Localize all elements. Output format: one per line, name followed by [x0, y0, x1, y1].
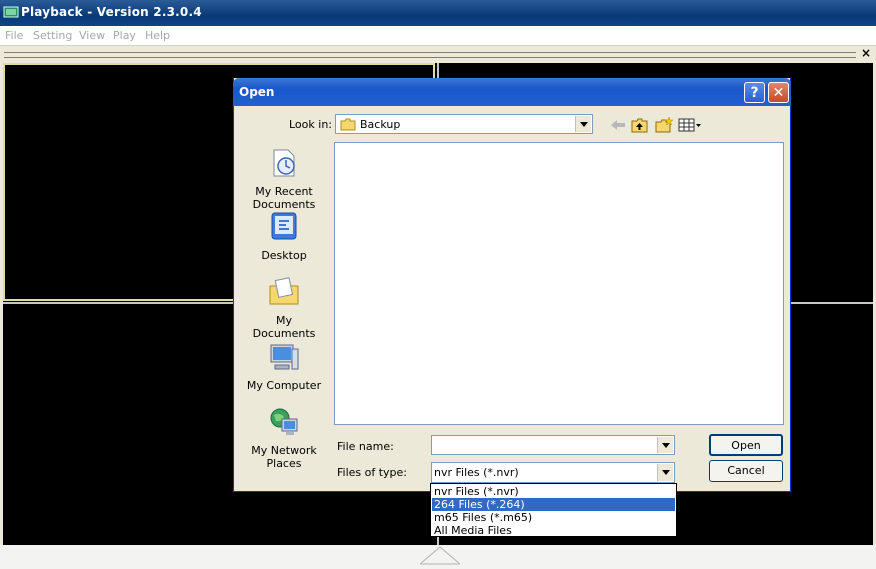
- up-folder-icon[interactable]: [631, 117, 649, 133]
- look-in-combo[interactable]: Backup: [335, 114, 593, 134]
- help-button[interactable]: ?: [744, 82, 765, 103]
- place-my-documents[interactable]: My Documents: [243, 276, 325, 340]
- place-network-places[interactable]: My Network Places: [243, 406, 325, 470]
- menu-help[interactable]: Help: [145, 29, 170, 42]
- toolbar-strip: ×: [0, 46, 876, 61]
- files-of-type-chevron-down-icon[interactable]: [657, 464, 673, 481]
- menu-play[interactable]: Play: [113, 29, 136, 42]
- file-name-input[interactable]: [431, 435, 675, 455]
- my-documents-icon: [269, 277, 299, 305]
- app-title: Playback - Version 2.3.0.4: [21, 5, 202, 19]
- cancel-button[interactable]: Cancel: [709, 460, 783, 482]
- file-name-chevron-down-icon[interactable]: [657, 437, 673, 453]
- place-label-my-documents: My Documents: [252, 314, 316, 340]
- place-label-my-computer: My Computer: [246, 379, 322, 392]
- place-recent-documents[interactable]: My Recent Documents: [243, 147, 325, 211]
- new-folder-icon[interactable]: [655, 117, 673, 133]
- files-of-type-value: nvr Files (*.nvr): [434, 466, 519, 479]
- type-option-all-media[interactable]: All Media Files: [432, 524, 675, 537]
- menu-bar: File Setting View Play Help: [0, 26, 876, 46]
- look-in-label: Look in:: [289, 118, 332, 131]
- files-of-type-label: Files of type:: [337, 466, 408, 479]
- back-arrow-icon[interactable]: [609, 117, 627, 133]
- files-of-type-dropdown: nvr Files (*.nvr) 264 Files (*.264) m65 …: [430, 483, 677, 537]
- close-panel-icon[interactable]: ×: [861, 46, 871, 60]
- type-option-m65[interactable]: m65 Files (*.m65): [432, 511, 675, 524]
- menu-file[interactable]: File: [5, 29, 23, 42]
- strip-divider: [4, 52, 856, 58]
- my-computer-icon: [270, 344, 299, 370]
- type-option-264[interactable]: 264 Files (*.264): [432, 498, 675, 511]
- dialog-title: Open: [239, 85, 275, 99]
- dialog-title-bar: Open ? ✕: [233, 78, 791, 106]
- desktop-icon: [271, 212, 297, 240]
- close-icon: ✕: [772, 85, 785, 101]
- file-list[interactable]: [334, 142, 784, 425]
- app-title-bar: Playback - Version 2.3.0.4: [0, 0, 876, 26]
- app-logo-icon: [3, 6, 19, 18]
- files-of-type-select[interactable]: nvr Files (*.nvr): [431, 462, 675, 483]
- place-label-recent: My Recent Documents: [252, 185, 316, 211]
- network-places-icon: [270, 408, 298, 435]
- place-label-desktop: Desktop: [261, 249, 307, 262]
- help-icon: ?: [750, 85, 759, 101]
- look-in-value: Backup: [360, 118, 401, 131]
- file-name-label: File name:: [337, 440, 394, 453]
- place-my-computer[interactable]: My Computer: [243, 341, 325, 392]
- menu-setting[interactable]: Setting: [33, 29, 72, 42]
- chevron-down-icon[interactable]: [575, 116, 591, 132]
- open-button[interactable]: Open: [709, 434, 783, 456]
- expand-panel-icon[interactable]: [420, 545, 460, 565]
- menu-view[interactable]: View: [79, 29, 105, 42]
- close-button[interactable]: ✕: [768, 82, 789, 103]
- view-menu-icon[interactable]: [678, 117, 702, 133]
- place-label-network: My Network Places: [251, 444, 317, 470]
- type-option-nvr[interactable]: nvr Files (*.nvr): [432, 485, 675, 498]
- recent-documents-icon: [273, 149, 295, 177]
- folder-icon: [340, 118, 356, 131]
- place-desktop[interactable]: Desktop: [243, 211, 325, 262]
